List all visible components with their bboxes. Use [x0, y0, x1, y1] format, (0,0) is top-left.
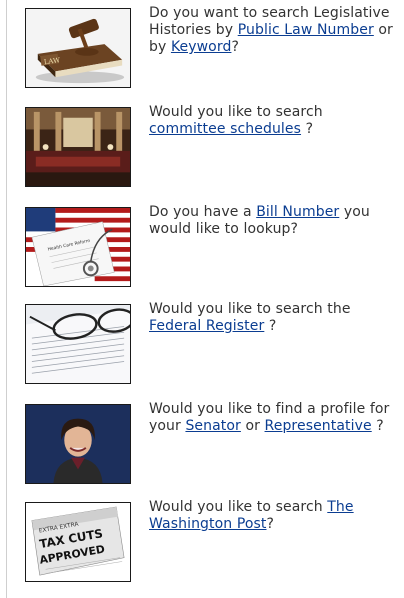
senator-link[interactable]: Senator: [185, 418, 240, 434]
item-text: Would you like to search: [149, 499, 328, 515]
left-divider: [6, 0, 7, 598]
item-text: Do you have a: [149, 204, 257, 220]
item-text: ?: [231, 39, 239, 55]
item-text: ?: [301, 121, 314, 137]
item-text: ?: [264, 318, 277, 334]
list-item-legislative-histories: LAW Do you want to search Legislative Hi…: [25, 5, 395, 98]
committee-schedules-link[interactable]: committee schedules: [149, 121, 301, 137]
representative-link[interactable]: Representative: [265, 418, 372, 434]
resource-panel: LAW Do you want to search Legislative Hi…: [0, 0, 404, 598]
legislative-histories-text: Do you want to search Legislative Histor…: [149, 5, 399, 56]
federal-register-text: Would you like to search the Federal Reg…: [149, 301, 399, 335]
list-item-federal-register: Would you like to search the Federal Reg…: [25, 301, 395, 394]
senator-portrait-icon: [25, 404, 131, 484]
item-text: ?: [371, 418, 384, 434]
list-item-washington-post: EXTRA EXTRA TAX CUTS APPROVED Would you …: [25, 499, 395, 592]
health-care-reform-document-icon: Health Care Reform: [25, 207, 131, 287]
public-law-number-link[interactable]: Public Law Number: [238, 22, 374, 38]
list-item-committee-schedules: Would you like to search committee sched…: [25, 104, 395, 197]
keyword-link[interactable]: Keyword: [171, 39, 232, 55]
federal-register-link[interactable]: Federal Register: [149, 318, 264, 334]
bill-number-link[interactable]: Bill Number: [256, 204, 339, 220]
item-text: or: [240, 418, 265, 434]
item-text: ?: [266, 516, 275, 532]
washington-post-text: Would you like to search The Washington …: [149, 499, 399, 533]
law-book-gavel-icon: LAW: [25, 8, 131, 88]
list-item-bill-number: Health Care Reform Do you have a Bill Nu…: [25, 204, 395, 297]
list-item-senator-profile: Would you like to find a profile for you…: [25, 401, 395, 494]
bill-number-text: Do you have a Bill Number you would like…: [149, 204, 399, 238]
senator-profile-text: Would you like to find a profile for you…: [149, 401, 399, 435]
newspaper-headline-icon: EXTRA EXTRA TAX CUTS APPROVED: [25, 502, 131, 582]
item-text: Would you like to search: [149, 104, 323, 120]
committee-room-icon: [25, 107, 131, 187]
committee-schedules-text: Would you like to search committee sched…: [149, 104, 399, 138]
item-text: Would you like to search the: [149, 301, 351, 317]
reading-glasses-document-icon: [25, 304, 131, 384]
